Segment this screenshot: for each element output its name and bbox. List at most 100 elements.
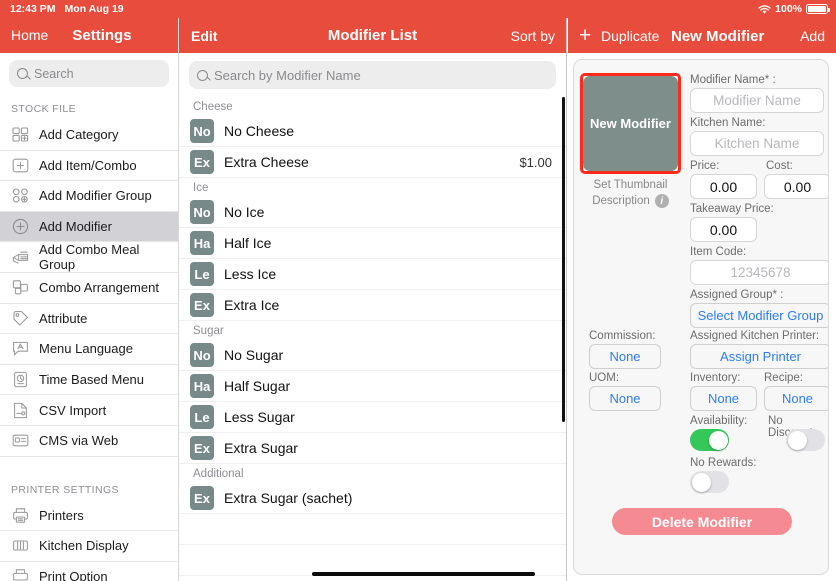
thumbnail-picker[interactable]: New Modifier (580, 73, 681, 174)
sidebar-item-label: Add Modifier Group (39, 188, 152, 204)
modifier-list-scroll[interactable]: Cheese No No Cheese Ex Extra Cheese $1.0… (179, 97, 566, 581)
sidebar-item-label: Combo Arrangement (39, 280, 159, 296)
sidebar-item-print-option[interactable]: Print Option (0, 562, 178, 581)
modifier-search-input[interactable]: Search by Modifier Name (189, 61, 556, 89)
set-thumbnail-label[interactable]: Set Thumbnail (580, 179, 681, 191)
inventory-button[interactable]: None (690, 386, 757, 411)
sidebar-item-kitchen-display[interactable]: Kitchen Display (0, 531, 178, 562)
modifier-badge: Le (190, 405, 214, 429)
select-modifier-group-button[interactable]: Select Modifier Group (690, 303, 828, 328)
modifier-badge: Ha (190, 374, 214, 398)
sidebar-item-label: Add Category (39, 127, 119, 143)
add-item-icon (11, 156, 30, 175)
sidebar-section-header-stock-file: STOCK FILE (11, 103, 77, 115)
sidebar-item-add-modifier[interactable]: Add Modifier (0, 211, 178, 243)
sidebar-item-label: CSV Import (39, 402, 107, 418)
sidebar-item-menu-language[interactable]: Menu Language (0, 334, 178, 365)
price-label: Price: (690, 160, 720, 172)
description-row[interactable]: Description i (580, 194, 681, 208)
sidebar-item-cms-via-web[interactable]: CMS via Web (0, 426, 178, 457)
plus-icon[interactable]: + (579, 25, 591, 46)
modifier-row[interactable]: Le Less Sugar (179, 402, 566, 433)
modifier-row[interactable]: Le Less Ice (179, 259, 566, 290)
modifier-search-container: Search by Modifier Name (179, 53, 566, 97)
modifier-name: Half Ice (224, 235, 272, 251)
group-header: Cheese (179, 97, 566, 116)
duplicate-button[interactable]: Duplicate (601, 28, 659, 44)
modifier-row[interactable]: Ex Extra Sugar (179, 433, 566, 464)
vertical-scrollbar[interactable] (562, 97, 565, 422)
sidebar-item-add-category[interactable]: Add Category (0, 120, 178, 151)
sidebar-navbar: Home Settings (0, 18, 178, 53)
modifier-row[interactable]: No No Cheese (179, 116, 566, 147)
wifi-icon (758, 5, 771, 15)
modifier-row[interactable]: Ha Half Ice (179, 228, 566, 259)
sidebar-item-label: Add Item/Combo (39, 157, 137, 173)
takeaway-price-input[interactable]: 0.00 (690, 217, 757, 242)
modifier-name: Less Ice (224, 266, 277, 282)
delete-modifier-button[interactable]: Delete Modifier (612, 508, 792, 535)
sidebar-item-combo-arrangement[interactable]: Combo Arrangement (0, 273, 178, 304)
new-modifier-panel: + Duplicate New Modifier Add New Modifie… (568, 18, 836, 581)
sidebar-item-time-based-menu[interactable]: Time Based Menu (0, 365, 178, 396)
no-rewards-toggle[interactable] (690, 471, 729, 493)
settings-sidebar: Home Settings Search STOCK FILE Add Cate… (0, 18, 178, 581)
empty-row (179, 576, 566, 581)
home-indicator (312, 572, 535, 576)
empty-row (179, 514, 566, 545)
item-code-label: Item Code: (690, 246, 747, 258)
availability-toggle[interactable] (690, 429, 729, 451)
modifier-badge: No (190, 119, 214, 143)
item-code-input[interactable]: 12345678 (690, 260, 828, 285)
sidebar-item-add-item-combo[interactable]: Add Item/Combo (0, 151, 178, 182)
modifier-row[interactable]: Ex Extra Cheese $1.00 (179, 147, 566, 178)
modifier-badge: Ex (190, 293, 214, 317)
status-date: Mon Aug 19 (64, 3, 124, 15)
detail-navbar: + Duplicate New Modifier Add (568, 18, 836, 53)
modifier-row[interactable]: Ex Extra Sugar (sachet) (179, 483, 566, 514)
modifier-list-panel: Edit Modifier List Sort by Search by Mod… (178, 18, 567, 581)
modifier-badge: Ha (190, 231, 214, 255)
kitchen-name-input[interactable]: Kitchen Name (690, 131, 824, 156)
commission-button[interactable]: None (589, 344, 661, 369)
info-icon[interactable]: i (654, 194, 669, 208)
tag-icon (11, 309, 30, 328)
modifier-row[interactable]: No No Sugar (179, 340, 566, 371)
sidebar-item-csv-import[interactable]: CSV Import (0, 395, 178, 426)
assign-printer-button[interactable]: Assign Printer (690, 344, 828, 369)
modifier-name-input[interactable]: Modifier Name (690, 88, 824, 113)
recipe-button[interactable]: None (764, 386, 828, 411)
combo-meal-group-icon (11, 248, 30, 267)
assigned-group-label: Assigned Group* : (690, 289, 784, 301)
modifier-form-card: New Modifier Set Thumbnail Description i… (573, 59, 829, 575)
modifier-badge: Ex (190, 486, 214, 510)
modifier-badge: Le (190, 262, 214, 286)
sidebar-item-add-combo-meal-group[interactable]: Add Combo Meal Group (0, 242, 178, 273)
modifier-row[interactable]: Ex Extra Ice (179, 290, 566, 321)
sidebar-scroll[interactable]: STOCK FILE Add Category Add Item/Combo A… (0, 94, 178, 581)
no-discount-toggle[interactable] (786, 429, 825, 451)
uom-button[interactable]: None (589, 386, 661, 411)
price-input[interactable]: 0.00 (690, 174, 757, 199)
modifier-row[interactable]: Ha Half Sugar (179, 371, 566, 402)
modifier-name: No Cheese (224, 123, 295, 139)
search-icon (197, 69, 208, 81)
modifier-row[interactable]: No No Ice (179, 197, 566, 228)
add-button[interactable]: Add (800, 28, 825, 44)
no-rewards-label: No Rewards: (690, 457, 757, 469)
sidebar-item-printers[interactable]: Printers (0, 501, 178, 532)
sort-by-button[interactable]: Sort by (511, 28, 555, 44)
modifier-name: Extra Cheese (224, 154, 309, 170)
home-back-button[interactable]: Home (11, 27, 48, 43)
sidebar-item-add-modifier-group[interactable]: Add Modifier Group (0, 181, 178, 212)
modifier-name: Half Sugar (224, 378, 291, 394)
modifier-list-title: Modifier List (327, 27, 418, 44)
sidebar-search-input[interactable]: Search (9, 60, 169, 87)
add-modifier-group-icon (11, 186, 30, 205)
group-header: Ice (179, 178, 566, 197)
modifier-badge: No (190, 343, 214, 367)
modifier-search-placeholder: Search by Modifier Name (214, 67, 361, 83)
cost-input[interactable]: 0.00 (764, 174, 828, 199)
battery-percent: 100% (775, 3, 802, 15)
sidebar-item-attribute[interactable]: Attribute (0, 304, 178, 335)
